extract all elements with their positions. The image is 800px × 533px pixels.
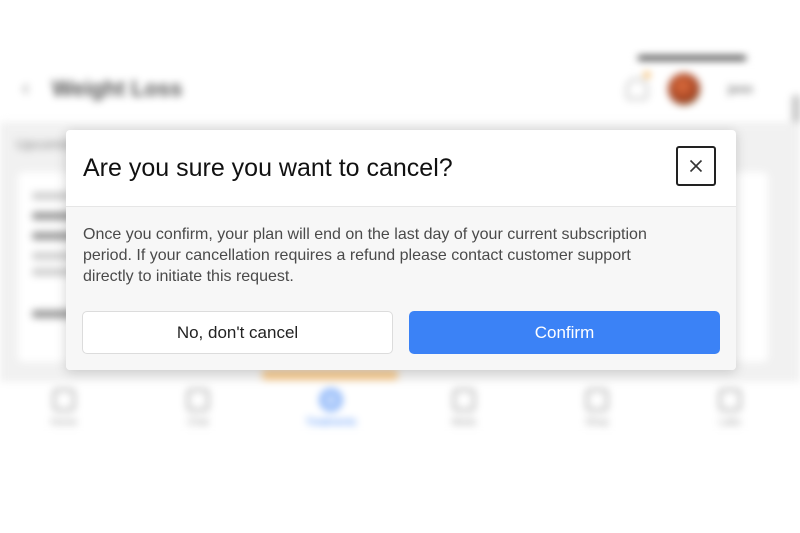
labs-icon: [719, 389, 741, 411]
home-icon: [53, 389, 75, 411]
nav-label: Treatments: [305, 417, 357, 428]
pill-icon: [453, 389, 475, 411]
close-button[interactable]: [676, 146, 716, 186]
treatments-icon: [320, 389, 342, 411]
dialog-message: Once you confirm, your plan will end on …: [83, 226, 647, 285]
nav-item-labs: Labs: [690, 389, 770, 428]
nav-label: Meds: [451, 417, 477, 428]
active-tab-indicator: [262, 370, 398, 380]
bell-icon: [626, 78, 648, 100]
dialog-title: Are you sure you want to cancel?: [83, 154, 453, 182]
user-name: jenn: [728, 82, 753, 96]
nav-label: Shop: [585, 417, 609, 428]
dont-cancel-button[interactable]: No, don't cancel: [82, 311, 393, 354]
dialog-body: Once you confirm, your plan will end on …: [66, 207, 736, 370]
notification-dot: [644, 72, 650, 78]
cancel-confirmation-dialog: Are you sure you want to cancel? Once yo…: [66, 130, 736, 370]
chat-icon: [187, 389, 209, 411]
page-title: Weight Loss: [52, 76, 183, 101]
nav-item-home: Home: [24, 389, 104, 428]
nav-label: Labs: [719, 417, 741, 428]
close-icon: [678, 159, 714, 173]
dialog-header: Are you sure you want to cancel?: [66, 130, 736, 207]
nav-item-chat: Chat: [158, 389, 238, 428]
confirm-button[interactable]: Confirm: [409, 311, 720, 354]
nav-label: Chat: [187, 417, 209, 428]
bottom-nav: Home Chat Treatments Meds Shop Labs: [0, 380, 800, 437]
avatar: [668, 73, 700, 105]
back-chevron-icon: ‹: [22, 75, 30, 100]
nav-item-shop: Shop: [557, 389, 637, 428]
nav-item-treatments: Treatments: [291, 389, 371, 428]
nav-item-meds: Meds: [424, 389, 504, 428]
shop-icon: [586, 389, 608, 411]
nav-label: Home: [50, 417, 78, 428]
